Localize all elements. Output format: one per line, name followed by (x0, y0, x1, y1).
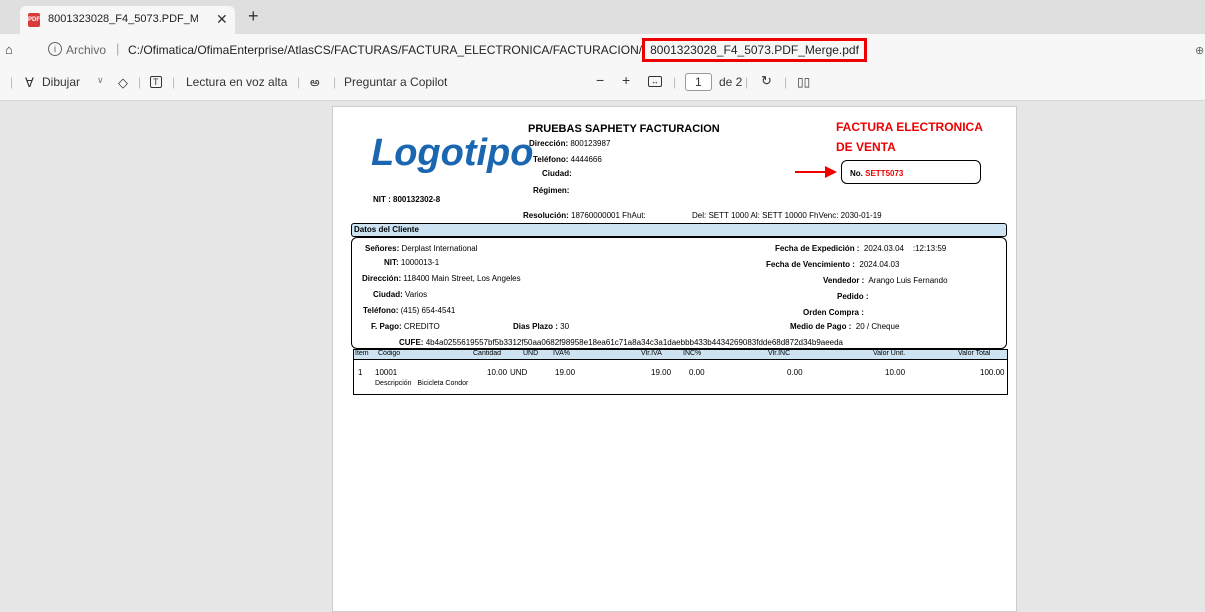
client-cufe: CUFE: 4b4a0255619557bf5b3312f50aa0682f98… (399, 338, 844, 347)
items-table-body (353, 359, 1008, 395)
purchase-order-label: Orden Compra : (803, 308, 864, 317)
url-text[interactable]: C:/Ofimatica/OfimaEnterprise/AtlasCS/FAC… (128, 38, 867, 62)
pdf-file-icon: PDF (28, 13, 40, 27)
item-inc-pct: 0.00 (689, 368, 705, 377)
column-header: INC% (683, 350, 702, 357)
item-number: 1 (358, 368, 363, 377)
info-icon[interactable]: i (48, 42, 62, 56)
company-phone: Teléfono: 4444666 (533, 155, 602, 164)
page-number-input[interactable]: 1 (685, 73, 712, 91)
client-payment-form: F. Pago: CREDITO (371, 322, 440, 331)
column-header: Valor Unit. (873, 350, 906, 357)
resolution: Resolución: 18760000001 FhAut: (523, 211, 646, 220)
item-inc-value: 0.00 (787, 368, 803, 377)
chevron-down-icon[interactable]: ∨ (97, 75, 104, 86)
arrow-icon (795, 171, 827, 173)
column-header: Item (355, 350, 369, 357)
client-city: Ciudad: Varios (373, 290, 428, 299)
tab-title: 8001323028_F4_5073.PDF_Merge (48, 13, 198, 25)
address-scheme-label: Archivo (66, 43, 107, 57)
arrow-head-icon (825, 166, 837, 178)
toolbar-divider: | (297, 75, 301, 89)
client-section-title: Datos del Cliente (354, 225, 419, 234)
translate-icon[interactable]: అ (310, 75, 320, 92)
toolbar-divider: | (172, 75, 176, 89)
new-tab-icon[interactable]: + (248, 6, 259, 27)
zoom-out-icon[interactable]: − (596, 72, 604, 88)
client-address: Dirección: 118400 Main Street, Los Angel… (362, 274, 521, 283)
company-address: Dirección: 800123987 (529, 139, 611, 148)
toolbar-divider: | (784, 75, 788, 89)
client-nit: NIT: 1000013-1 (384, 258, 440, 267)
close-tab-icon[interactable]: ✕ (216, 11, 228, 28)
address-separator: | (116, 41, 120, 56)
address-bar[interactable]: i Archivo | C:/Ofimatica/OfimaEnterprise… (36, 38, 1196, 62)
issue-date: Fecha de Expedición : 2024.03.04 :12:13:… (775, 244, 947, 253)
page-total-label: de 2 (719, 75, 743, 89)
client-name: Señores: Derplast International (365, 244, 478, 253)
seller: Vendedor : Arango Luis Fernando (823, 276, 948, 285)
text-box-icon[interactable]: T (150, 76, 162, 88)
item-unit-price: 10.00 (885, 368, 906, 377)
zoom-icon[interactable]: ⊕ (1195, 44, 1204, 57)
column-header: Código (378, 350, 401, 357)
document-title-line2: DE VENTA (836, 140, 896, 154)
document-title-line1: FACTURA ELECTRONICA (836, 120, 983, 134)
rotate-icon[interactable]: ↻ (761, 73, 772, 89)
address-bar-row: ⌂ i Archivo | C:/Ofimatica/OfimaEnterpri… (0, 34, 1205, 66)
home-icon[interactable]: ⌂ (5, 42, 13, 57)
toolbar-divider: | (673, 75, 677, 89)
column-header: UND (523, 350, 539, 357)
read-aloud-button[interactable]: Lectura en voz alta (186, 75, 287, 89)
client-box (351, 237, 1007, 349)
order-label: Pedido : (837, 292, 869, 301)
item-iva-value: 19.00 (651, 368, 672, 377)
browser-tab[interactable]: PDF 8001323028_F4_5073.PDF_Merge ✕ (20, 6, 235, 34)
item-code: 10001 (375, 368, 398, 377)
draw-icon[interactable]: ∀ (25, 75, 34, 91)
payment-method: Medio de Pago : 20 / Cheque (790, 322, 900, 331)
ask-copilot-button[interactable]: Preguntar a Copilot (344, 75, 447, 89)
client-section-header (351, 223, 1007, 237)
draw-button[interactable]: Dibujar (42, 75, 80, 89)
item-description: Descripción Bicicleta Condor (375, 380, 469, 387)
column-header: Valor Total (958, 350, 991, 357)
company-logo: Logotipo (371, 132, 534, 174)
url-path: C:/Ofimatica/OfimaEnterprise/AtlasCS/FAC… (128, 43, 643, 57)
zoom-in-icon[interactable]: + (622, 72, 630, 88)
company-name: PRUEBAS SAPHETY FACTURACION (528, 123, 720, 135)
toolbar-divider: | (10, 75, 14, 89)
invoice-number: No. SETT5073 (850, 169, 904, 178)
resolution-range: Del: SETT 1000 Al: SETT 10000 FhVenc: 20… (692, 211, 882, 220)
toolbar-divider: | (138, 75, 142, 89)
client-credit-days: Dias Plazo : 30 (513, 322, 570, 331)
page-view-icon[interactable]: ▯▯ (797, 75, 810, 89)
column-header: Cantidad (473, 350, 502, 357)
column-header: IVA% (553, 350, 570, 357)
item-quantity: 10.00 (487, 368, 508, 377)
company-city-label: Ciudad: (542, 169, 572, 178)
pdf-page: Logotipo NIT : 800132302-8 PRUEBAS SAPHE… (332, 106, 1017, 612)
item-iva-pct: 19.00 (555, 368, 576, 377)
fit-page-icon[interactable]: ↔ (648, 76, 662, 87)
company-nit: NIT : 800132302-8 (373, 195, 441, 204)
column-header: Vlr.INC (768, 350, 791, 357)
column-header: Vlr.IVA (641, 350, 662, 357)
item-total: 100.00 (980, 368, 1005, 377)
client-phone: Teléfono: (415) 654-4541 (363, 306, 456, 315)
eraser-icon[interactable]: ◇ (118, 75, 128, 91)
company-regime-label: Régimen: (533, 186, 570, 195)
tab-bar: PDF 8001323028_F4_5073.PDF_Merge ✕ + (0, 0, 1205, 34)
item-unit: UND (510, 368, 528, 377)
toolbar-divider: | (745, 75, 749, 89)
due-date: Fecha de Vencimiento : 2024.04.03 (766, 260, 900, 269)
url-filename: 8001323028_F4_5073.PDF_Merge.pdf (642, 38, 867, 62)
toolbar-divider: | (333, 75, 337, 89)
pdf-toolbar: | ∀ Dibujar ∨ ◇ | T | Lectura en voz alt… (0, 66, 1205, 101)
